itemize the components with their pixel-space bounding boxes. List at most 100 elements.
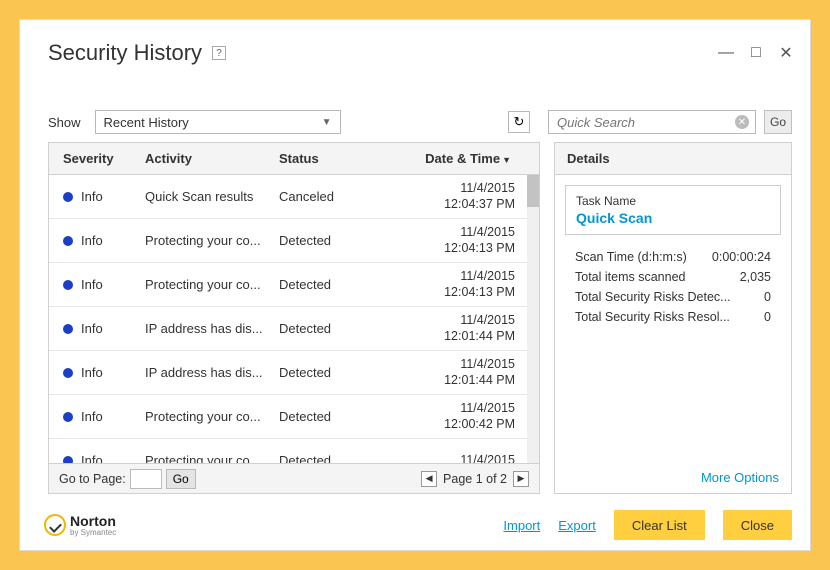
severity-text: Info xyxy=(81,233,103,248)
col-severity[interactable]: Severity xyxy=(49,151,145,166)
table-row[interactable]: Info IP address has dis...Detected11/4/20… xyxy=(49,307,539,351)
history-table: Severity Activity Status Date & Time▼ In… xyxy=(48,142,540,494)
datetime-text: 11/4/201512:01:44 PM xyxy=(383,313,539,344)
col-status[interactable]: Status xyxy=(279,151,383,166)
show-dropdown[interactable]: Recent History ▼ xyxy=(95,110,341,134)
next-page-icon[interactable]: ▶ xyxy=(513,471,529,487)
datetime-text: 11/4/201512:01:44 PM xyxy=(383,357,539,388)
refresh-button[interactable]: ↻ xyxy=(508,111,530,133)
severity-dot-icon xyxy=(63,368,73,378)
status-text: Detected xyxy=(279,277,383,292)
security-history-window: Security History ? — □ ✕ Show Recent His… xyxy=(19,19,811,551)
severity-text: Info xyxy=(81,365,103,380)
details-body: Task Name Quick Scan Scan Time (d:h:m:s)… xyxy=(555,175,791,464)
table-row[interactable]: Info Protecting your co...Detected11/4/20… xyxy=(49,263,539,307)
brand-sub: by Symantec xyxy=(70,529,116,537)
table-row[interactable]: Info Protecting your co...Detected11/4/20… xyxy=(49,219,539,263)
main-area: Severity Activity Status Date & Time▼ In… xyxy=(20,142,810,502)
clear-list-button[interactable]: Clear List xyxy=(614,510,705,540)
export-link[interactable]: Export xyxy=(558,518,596,533)
stat-value: 2,035 xyxy=(740,270,771,284)
stat-value: 0:00:00:24 xyxy=(712,250,771,264)
stats-list: Scan Time (d:h:m:s)0:00:00:24Total items… xyxy=(565,247,781,327)
stat-key: Total Security Risks Detec... xyxy=(575,290,764,304)
severity-dot-icon xyxy=(63,236,73,246)
table-row[interactable]: InfoProtecting your co...Detected11/4/20… xyxy=(49,395,539,439)
scrollbar-thumb[interactable] xyxy=(527,175,539,207)
activity-text: IP address has dis... xyxy=(145,321,279,336)
stat-row: Total items scanned2,035 xyxy=(565,267,781,287)
datetime-text: 11/4/201512:04:13 PM xyxy=(383,269,539,300)
severity-text: Info xyxy=(81,277,103,292)
dropdown-value: Recent History xyxy=(104,115,189,130)
severity-dot-icon xyxy=(63,280,73,290)
goto-label: Go to Page: xyxy=(59,472,126,486)
activity-text: IP address has dis... xyxy=(145,365,279,380)
status-text: Canceled xyxy=(279,189,383,204)
datetime-text: 11/4/201512:04:13 PM xyxy=(383,225,539,256)
footer: Norton by Symantec Import Export Clear L… xyxy=(20,502,810,540)
status-text: Detected xyxy=(279,321,383,336)
brand-name: Norton xyxy=(70,513,116,529)
stat-row: Total Security Risks Detec...0 xyxy=(565,287,781,307)
task-name: Quick Scan xyxy=(576,210,770,226)
severity-text: Info xyxy=(81,453,103,463)
severity-text: Info xyxy=(81,409,103,424)
details-panel: Details Task Name Quick Scan Scan Time (… xyxy=(554,142,792,494)
close-icon[interactable]: ✕ xyxy=(776,43,796,63)
severity-dot-icon xyxy=(63,456,73,464)
norton-check-icon xyxy=(44,514,66,536)
stat-value: 0 xyxy=(764,310,771,324)
maximize-icon[interactable]: □ xyxy=(746,43,766,63)
datetime-text: 11/4/201512:04:37 PM xyxy=(383,181,539,212)
search-box[interactable]: ✕ xyxy=(548,110,756,134)
close-button[interactable]: Close xyxy=(723,510,792,540)
severity-dot-icon xyxy=(63,192,73,202)
goto-input[interactable] xyxy=(130,469,162,489)
task-label: Task Name xyxy=(576,194,770,208)
severity-text: Info xyxy=(81,321,103,336)
scrollbar[interactable] xyxy=(527,175,539,463)
stat-row: Scan Time (d:h:m:s)0:00:00:24 xyxy=(565,247,781,267)
goto-button[interactable]: Go xyxy=(166,469,196,489)
activity-text: Protecting your co... xyxy=(145,453,279,463)
sort-desc-icon: ▼ xyxy=(502,155,511,165)
filter-row: Show Recent History ▼ ↻ ✕ Go xyxy=(20,74,810,142)
minimize-icon[interactable]: — xyxy=(716,43,736,63)
table-body: InfoQuick Scan resultsCanceled11/4/20151… xyxy=(49,175,539,463)
prev-page-icon[interactable]: ◀ xyxy=(421,471,437,487)
table-row[interactable]: Info Quick Scan resultsCanceled11/4/20151… xyxy=(49,175,539,219)
activity-text: Quick Scan results xyxy=(145,189,279,204)
severity-dot-icon xyxy=(63,324,73,334)
clear-search-icon[interactable]: ✕ xyxy=(735,115,749,129)
col-datetime[interactable]: Date & Time▼ xyxy=(383,151,539,166)
page-title: Security History xyxy=(48,40,202,66)
col-activity[interactable]: Activity xyxy=(145,151,279,166)
stat-key: Total Security Risks Resol... xyxy=(575,310,764,324)
status-text: Detected xyxy=(279,233,383,248)
search-go-button[interactable]: Go xyxy=(764,110,792,134)
titlebar: Security History ? — □ ✕ xyxy=(20,20,810,74)
stat-row: Total Security Risks Resol...0 xyxy=(565,307,781,327)
show-label: Show xyxy=(48,115,81,130)
severity-text: Info xyxy=(81,189,103,204)
help-icon[interactable]: ? xyxy=(212,46,226,60)
table-header: Severity Activity Status Date & Time▼ xyxy=(49,143,539,175)
severity-dot-icon xyxy=(63,412,73,422)
more-options-link[interactable]: More Options xyxy=(555,464,791,493)
status-text: Detected xyxy=(279,365,383,380)
table-row[interactable]: Info IP address has dis...Detected11/4/20… xyxy=(49,351,539,395)
activity-text: Protecting your co... xyxy=(145,409,279,424)
search-input[interactable] xyxy=(557,115,735,130)
pager: Go to Page: Go ◀ Page 1 of 2 ▶ xyxy=(49,463,539,493)
activity-text: Protecting your co... xyxy=(145,233,279,248)
stat-key: Total items scanned xyxy=(575,270,740,284)
table-row[interactable]: InfoProtecting your co...Detected11/4/20… xyxy=(49,439,539,463)
chevron-down-icon: ▼ xyxy=(322,117,332,128)
brand-logo: Norton by Symantec xyxy=(44,513,116,537)
page-indicator: Page 1 of 2 xyxy=(443,472,507,486)
activity-text: Protecting your co... xyxy=(145,277,279,292)
window-controls: — □ ✕ xyxy=(716,43,796,63)
stat-value: 0 xyxy=(764,290,771,304)
import-link[interactable]: Import xyxy=(503,518,540,533)
